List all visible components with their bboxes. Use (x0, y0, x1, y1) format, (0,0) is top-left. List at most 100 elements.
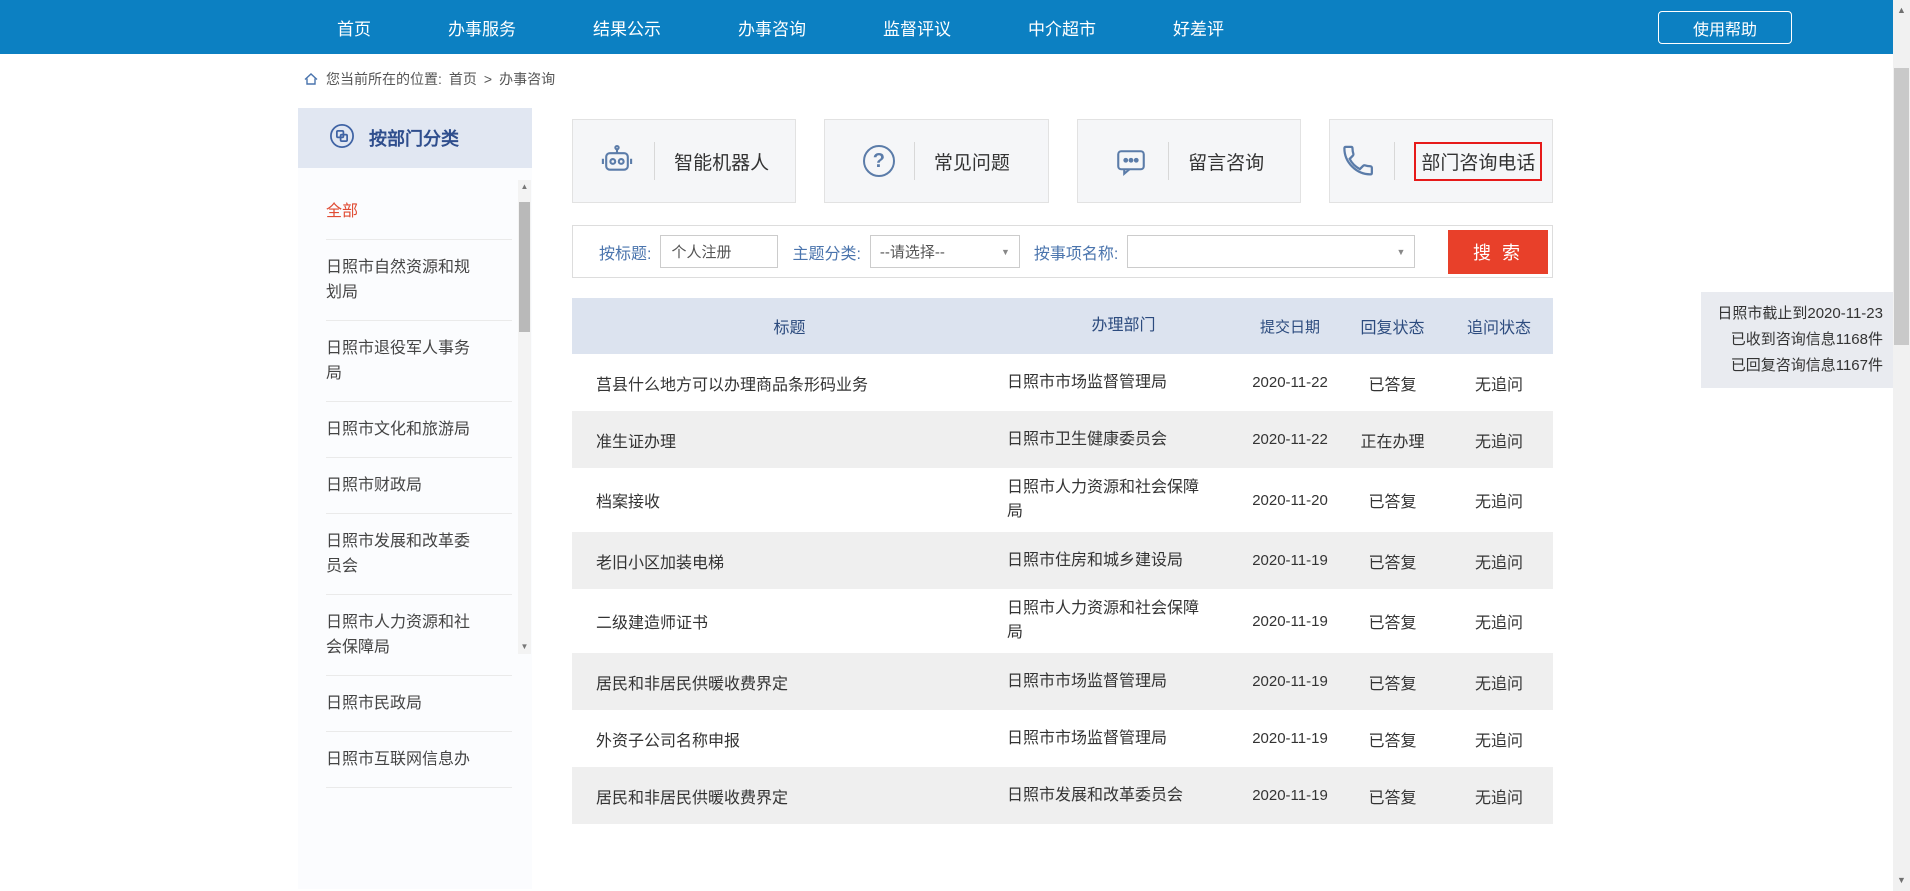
row-reply-status: 正在办理 (1340, 428, 1445, 452)
category-filter-label: 主题分类: (792, 240, 860, 264)
sidebar-item-culture-tourism[interactable]: 日照市文化和旅游局 (326, 402, 512, 458)
chevron-down-icon: ▼ (1001, 247, 1010, 257)
sidebar-title: 按部门分类 (369, 125, 459, 151)
main-content: 智能机器人 ? 常见问题 留言咨询 (572, 119, 1553, 824)
sidebar-scrollbar[interactable]: ▲ ▼ (518, 180, 531, 654)
stats-line-deadline: 日照市截止到2020-11-23 (1711, 301, 1883, 327)
divider (1394, 142, 1395, 180)
divider (1168, 142, 1169, 180)
breadcrumb-home-link[interactable]: 首页 (449, 69, 477, 89)
scroll-up-icon[interactable]: ▲ (1893, 2, 1910, 19)
row-title[interactable]: 二级建造师证书 (572, 609, 1007, 633)
robot-icon (599, 143, 635, 179)
title-filter-label: 按标题: (599, 240, 651, 264)
sidebar-item-all[interactable]: 全部 (326, 184, 512, 240)
tab-smart-robot[interactable]: 智能机器人 (572, 119, 796, 203)
help-button[interactable]: 使用帮助 (1658, 11, 1792, 44)
row-title[interactable]: 老旧小区加装电梯 (572, 549, 1007, 573)
header-submit-date: 提交日期 (1240, 316, 1340, 337)
question-icon: ? (863, 145, 895, 177)
row-submit-date: 2020-11-22 (1240, 431, 1340, 448)
channel-tabs: 智能机器人 ? 常见问题 留言咨询 (572, 119, 1553, 203)
page: 首页 办事服务 结果公示 办事咨询 监督评议 中介超市 好差评 使用帮助 您当前… (0, 0, 1910, 891)
breadcrumb-label: 您当前所在的位置: (326, 69, 442, 89)
nav-item-results[interactable]: 结果公示 (593, 15, 661, 40)
nav-item-consult[interactable]: 办事咨询 (738, 15, 806, 40)
nav-item-services[interactable]: 办事服务 (448, 15, 516, 40)
table-row[interactable]: 准生证办理 日照市卫生健康委员会 2020-11-22 正在办理 无追问 (572, 411, 1553, 468)
table-row[interactable]: 外资子公司名称申报 日照市市场监督管理局 2020-11-19 已答复 无追问 (572, 710, 1553, 767)
breadcrumb: 您当前所在的位置: 首页 > 办事咨询 (303, 66, 555, 92)
row-submit-date: 2020-11-19 (1240, 613, 1340, 630)
sidebar-item-veterans-affairs[interactable]: 日照市退役军人事务局 (326, 321, 512, 402)
scroll-down-icon[interactable]: ▼ (1893, 872, 1910, 889)
divider (914, 142, 915, 180)
title-filter-input[interactable] (660, 235, 778, 268)
row-submit-date: 2020-11-22 (1240, 374, 1340, 391)
row-submit-date: 2020-11-19 (1240, 552, 1340, 569)
category-icon (328, 122, 356, 155)
scroll-up-icon[interactable]: ▲ (518, 180, 531, 194)
table-row[interactable]: 居民和非居民供暖收费界定 日照市发展和改革委员会 2020-11-19 已答复 … (572, 767, 1553, 824)
sidebar-item-development-reform[interactable]: 日照市发展和改革委员会 (326, 514, 512, 595)
table-row[interactable]: 二级建造师证书 日照市人力资源和社会保障局 2020-11-19 已答复 无追问 (572, 589, 1553, 653)
header-followup-status: 追问状态 (1445, 314, 1553, 338)
row-title[interactable]: 档案接收 (572, 488, 1007, 512)
tab-faq[interactable]: ? 常见问题 (824, 119, 1048, 203)
scroll-down-icon[interactable]: ▼ (518, 640, 531, 654)
sidebar-item-internet-info[interactable]: 日照市互联网信息办 (326, 732, 512, 788)
row-title[interactable]: 准生证办理 (572, 428, 1007, 452)
page-scrollbar[interactable]: ▲ ▼ (1893, 0, 1910, 891)
row-title[interactable]: 居民和非居民供暖收费界定 (572, 670, 1007, 694)
nav-item-supervision[interactable]: 监督评议 (883, 15, 951, 40)
row-title[interactable]: 居民和非居民供暖收费界定 (572, 784, 1007, 808)
search-bar: 按标题: 主题分类: --请选择-- ▼ 按事项名称: ▼ 搜 索 (572, 225, 1553, 278)
tab-phone-directory[interactable]: 部门咨询电话 (1329, 119, 1553, 203)
row-followup-status: 无追问 (1445, 371, 1553, 395)
item-name-filter-select[interactable]: ▼ (1127, 235, 1415, 268)
breadcrumb-current: 办事咨询 (499, 69, 555, 89)
row-reply-status: 已答复 (1340, 670, 1445, 694)
table-row[interactable]: 老旧小区加装电梯 日照市住房和城乡建设局 2020-11-19 已答复 无追问 (572, 532, 1553, 589)
row-title[interactable]: 莒县什么地方可以办理商品条形码业务 (572, 371, 1007, 395)
row-reply-status: 已答复 (1340, 488, 1445, 512)
row-department: 日照市市场监督管理局 (1007, 727, 1240, 751)
nav-items: 首页 办事服务 结果公示 办事咨询 监督评议 中介超市 好差评 (0, 15, 1224, 40)
stats-line-replied: 已回复咨询信息1167件 (1711, 353, 1883, 379)
sidebar-item-hr-social-security[interactable]: 日照市人力资源和社会保障局 (326, 595, 512, 676)
sidebar-item-natural-resources[interactable]: 日照市自然资源和规划局 (326, 240, 512, 321)
row-title[interactable]: 外资子公司名称申报 (572, 727, 1007, 751)
sidebar-scrollbar-thumb[interactable] (519, 202, 530, 332)
search-button[interactable]: 搜 索 (1448, 230, 1548, 274)
nav-item-agency-market[interactable]: 中介超市 (1028, 15, 1096, 40)
top-nav: 首页 办事服务 结果公示 办事咨询 监督评议 中介超市 好差评 使用帮助 (0, 0, 1893, 54)
table-row[interactable]: 莒县什么地方可以办理商品条形码业务 日照市市场监督管理局 2020-11-22 … (572, 354, 1553, 411)
header-department: 办理部门 (1007, 314, 1240, 338)
nav-item-rating[interactable]: 好差评 (1173, 15, 1224, 40)
page-scrollbar-thumb[interactable] (1894, 68, 1909, 345)
sidebar-department-filter: 按部门分类 全部 日照市自然资源和规划局 日照市退役军人事务局 日照市文化和旅游… (298, 108, 532, 889)
tab-phone-directory-label: 部门咨询电话 (1414, 142, 1542, 181)
table-header: 标题 办理部门 提交日期 回复状态 追问状态 (572, 298, 1553, 354)
row-department: 日照市发展和改革委员会 (1007, 784, 1240, 808)
row-followup-status: 无追问 (1445, 670, 1553, 694)
header-title: 标题 (572, 314, 1007, 338)
divider (654, 142, 655, 180)
breadcrumb-separator: > (484, 71, 492, 87)
row-reply-status: 已答复 (1340, 727, 1445, 751)
category-filter-select[interactable]: --请选择-- ▼ (870, 235, 1020, 268)
row-department: 日照市人力资源和社会保障局 (1007, 476, 1240, 524)
row-submit-date: 2020-11-19 (1240, 787, 1340, 804)
row-department: 日照市住房和城乡建设局 (1007, 549, 1240, 573)
table-row[interactable]: 居民和非居民供暖收费界定 日照市市场监督管理局 2020-11-19 已答复 无… (572, 653, 1553, 710)
row-reply-status: 已答复 (1340, 549, 1445, 573)
table-body: 莒县什么地方可以办理商品条形码业务 日照市市场监督管理局 2020-11-22 … (572, 354, 1553, 824)
row-reply-status: 已答复 (1340, 371, 1445, 395)
table-row[interactable]: 档案接收 日照市人力资源和社会保障局 2020-11-20 已答复 无追问 (572, 468, 1553, 532)
home-icon (303, 71, 319, 87)
nav-item-home[interactable]: 首页 (337, 15, 371, 40)
sidebar-item-civil-affairs[interactable]: 日照市民政局 (326, 676, 512, 732)
row-department: 日照市市场监督管理局 (1007, 670, 1240, 694)
sidebar-item-finance[interactable]: 日照市财政局 (326, 458, 512, 514)
tab-message-consult[interactable]: 留言咨询 (1077, 119, 1301, 203)
